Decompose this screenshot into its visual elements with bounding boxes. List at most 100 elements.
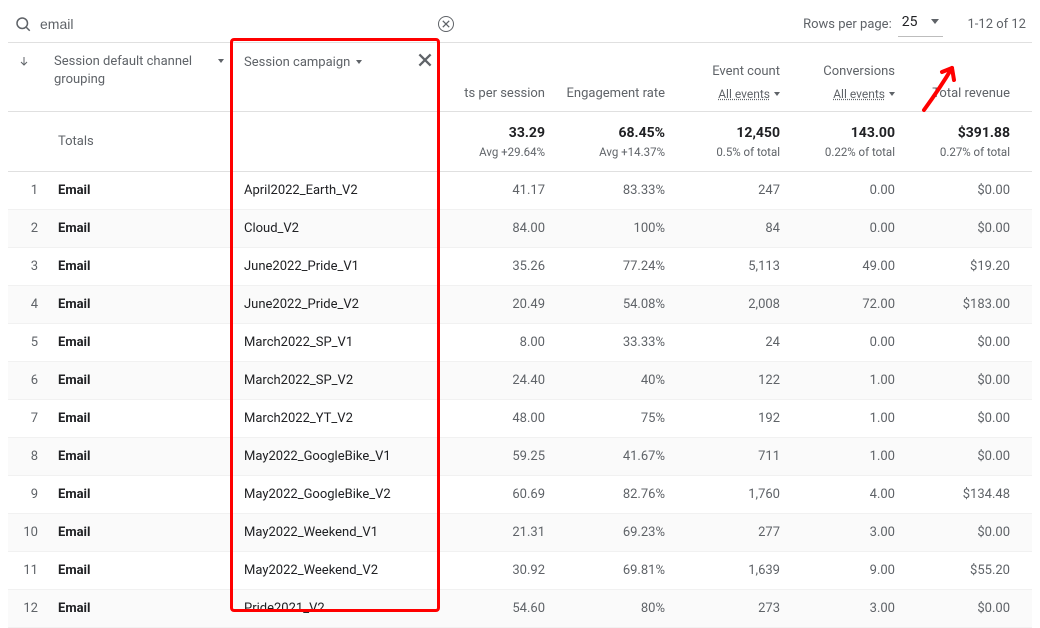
row-c5: 247 [673,173,788,208]
row-c4: 40% [553,363,673,398]
totals-c3: 33.29 Avg +29.64% [438,115,553,169]
row-channel: Email [48,325,238,360]
col-campaign-label: Session campaign [244,55,350,70]
table-row[interactable]: 3EmailJune2022_Pride_V135.2677.24%5,1134… [8,248,1032,286]
col-channel-label: Session default channel grouping [54,53,214,89]
totals-c7: $391.88 0.27% of total [903,115,1018,169]
table-row[interactable]: 1EmailApril2022_Earth_V241.1783.33%2470.… [8,172,1032,210]
search-icon [14,15,32,33]
col-conversions-header[interactable]: Conversions All events [788,43,903,111]
row-c3: 21.31 [438,515,553,550]
row-c3: 35.26 [438,249,553,284]
row-c6: 4.00 [788,477,903,512]
chevron-down-icon [931,19,939,24]
search-input[interactable] [40,16,430,32]
row-campaign: May2022_GoogleBike_V2 [238,477,438,512]
chevron-down-icon [889,92,895,96]
row-c5: 192 [673,401,788,436]
table-row[interactable]: 9EmailMay2022_GoogleBike_V260.6982.76%1,… [8,476,1032,514]
col-total-revenue-header[interactable]: Total revenue [903,43,1018,111]
table-row[interactable]: 8EmailMay2022_GoogleBike_V159.2541.67%71… [8,438,1032,476]
row-channel: Email [48,401,238,436]
clear-search-icon[interactable] [438,16,454,32]
row-c7: $0.00 [903,439,1018,474]
row-c6: 1.00 [788,439,903,474]
row-c7: $55.20 [903,553,1018,588]
remove-dimension-icon[interactable] [418,53,432,71]
row-c4: 41.67% [553,439,673,474]
sort-arrow-down-icon[interactable] [18,55,48,67]
table-row[interactable]: 12EmailPride2021_V254.6080%2733.00$0.00 [8,590,1032,628]
row-c6: 3.00 [788,515,903,550]
table-toolbar: Rows per page: 25 1-12 of 12 [8,6,1032,42]
chevron-down-icon [356,60,362,64]
col-event-count-header[interactable]: Event count All events [673,43,788,111]
event-count-filter[interactable]: All events [718,87,780,101]
totals-row: Totals 33.29 Avg +29.64% 68.45% Avg +14.… [8,112,1032,172]
table-row[interactable]: 10EmailMay2022_Weekend_V121.3169.23%2773… [8,514,1032,552]
row-c3: 30.92 [438,553,553,588]
row-c3: 20.49 [438,287,553,322]
col-c5-label: Event count [712,64,780,79]
table-row[interactable]: 2EmailCloud_V284.00100%840.00$0.00 [8,210,1032,248]
row-channel: Email [48,591,238,626]
row-c4: 100% [553,211,673,246]
row-campaign: May2022_Weekend_V2 [238,553,438,588]
conversions-filter[interactable]: All events [833,87,895,101]
row-channel: Email [48,439,238,474]
row-c7: $19.20 [903,249,1018,284]
row-c6: 72.00 [788,287,903,322]
row-index: 4 [8,297,48,312]
row-c3: 48.00 [438,401,553,436]
totals-label: Totals [58,134,94,149]
rpp-label: Rows per page: [803,17,892,32]
row-campaign: April2022_Earth_V2 [238,173,438,208]
row-c6: 0.00 [788,173,903,208]
col-c4-label: Engagement rate [567,86,665,101]
totals-c4: 68.45% Avg +14.37% [553,115,673,169]
row-c7: $0.00 [903,591,1018,626]
row-c5: 1,760 [673,477,788,512]
row-campaign: June2022_Pride_V2 [238,287,438,322]
table-row[interactable]: 5EmailMarch2022_SP_V18.0033.33%240.00$0.… [8,324,1032,362]
row-c6: 9.00 [788,553,903,588]
row-c3: 24.40 [438,363,553,398]
totals-c5: 12,450 0.5% of total [673,115,788,169]
chevron-down-icon [218,59,224,63]
table-body: 1EmailApril2022_Earth_V241.1783.33%2470.… [8,172,1032,628]
row-campaign: Cloud_V2 [238,211,438,246]
row-c5: 273 [673,591,788,626]
row-index: 5 [8,335,48,350]
table-row[interactable]: 11EmailMay2022_Weekend_V230.9269.81%1,63… [8,552,1032,590]
row-index: 6 [8,373,48,388]
col-events-per-session-header[interactable]: ts per session [438,43,553,111]
row-channel: Email [48,553,238,588]
col-c6-label: Conversions [823,64,895,79]
table-row[interactable]: 7EmailMarch2022_YT_V248.0075%1921.00$0.0… [8,400,1032,438]
row-channel: Email [48,287,238,322]
col-engagement-rate-header[interactable]: Engagement rate [553,43,673,111]
row-index: 7 [8,411,48,426]
rpp-select[interactable]: 25 [898,12,944,37]
row-index: 11 [8,563,48,578]
row-c3: 54.60 [438,591,553,626]
row-channel: Email [48,211,238,246]
table-row[interactable]: 4EmailJune2022_Pride_V220.4954.08%2,0087… [8,286,1032,324]
col-index-header [8,43,48,67]
row-c3: 84.00 [438,211,553,246]
row-index: 12 [8,601,48,616]
col-channel-header[interactable]: Session default channel grouping [48,43,238,99]
row-campaign: May2022_Weekend_V1 [238,515,438,550]
col-campaign-header[interactable]: Session campaign [238,43,438,81]
search-wrap [14,15,454,33]
row-campaign: May2022_GoogleBike_V1 [238,439,438,474]
row-c4: 83.33% [553,173,673,208]
row-c4: 33.33% [553,325,673,360]
row-channel: Email [48,477,238,512]
row-c7: $134.48 [903,477,1018,512]
table-row[interactable]: 6EmailMarch2022_SP_V224.4040%1221.00$0.0… [8,362,1032,400]
row-c6: 1.00 [788,401,903,436]
col-c7-label: Total revenue [932,86,1010,101]
row-c4: 54.08% [553,287,673,322]
row-c5: 122 [673,363,788,398]
